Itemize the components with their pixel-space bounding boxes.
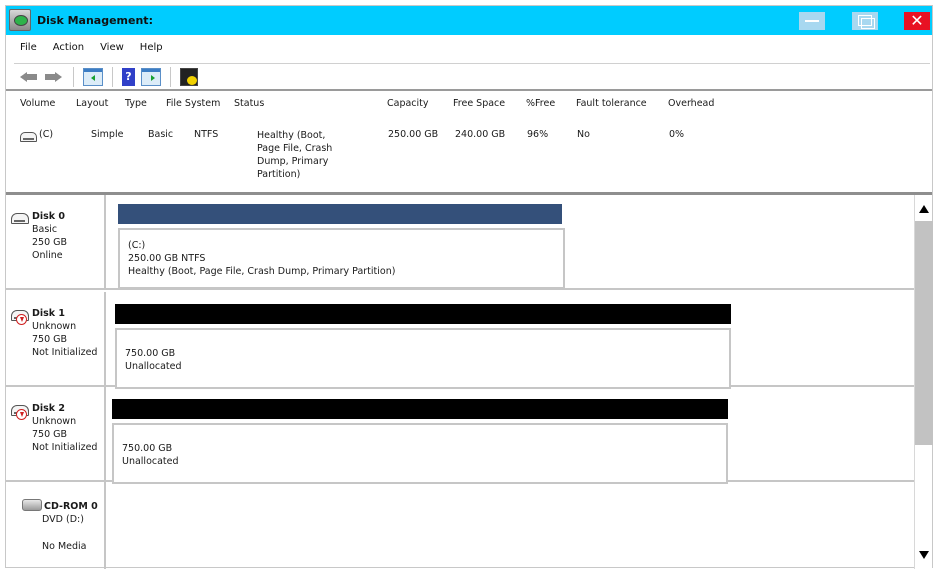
disk-state: Not Initialized [32, 347, 98, 358]
menu-help[interactable]: Help [132, 39, 171, 59]
cell-fault-tolerance: No [577, 129, 590, 140]
column-header-type[interactable]: Type [125, 98, 147, 109]
partition-c[interactable]: (C:) 250.00 GB NTFS Healthy (Boot, Page … [118, 228, 565, 289]
cell-capacity: 250.00 GB [388, 129, 439, 140]
disk-size: 250 GB [32, 237, 68, 248]
toolbar-separator [73, 66, 74, 87]
status-line: Partition) [257, 169, 301, 180]
restore-button[interactable] [852, 12, 878, 30]
toolbar-separator [170, 66, 171, 87]
disk-type: Unknown [32, 321, 77, 332]
disk-size: 750 GB [32, 429, 68, 440]
properties-icon[interactable] [180, 67, 198, 86]
cell-volume: (C) [39, 129, 54, 140]
disk-row-cdrom: CD-ROM 0 DVD (D:) No Media [6, 482, 914, 569]
disk-management-app-icon [9, 9, 31, 31]
disk-management-window: Disk Management: ✕ File Action View Help… [5, 5, 933, 569]
unallocated-size: 750.00 GB [122, 443, 173, 454]
column-header-capacity[interactable]: Capacity [387, 98, 429, 109]
status-line: Healthy (Boot, [257, 130, 326, 141]
unallocated-label: Unallocated [125, 361, 182, 372]
disk-row-0: Disk 0 Basic 250 GB Online (C:) 250.00 G… [6, 195, 914, 290]
disk-label-cdrom[interactable]: CD-ROM 0 DVD (D:) No Media [6, 482, 106, 569]
column-header-free-space[interactable]: Free Space [453, 98, 505, 109]
scroll-down-button[interactable] [915, 543, 933, 569]
disk-state: No Media [42, 541, 87, 552]
partition-status: Healthy (Boot, Page File, Crash Dump, Pr… [128, 266, 396, 277]
unallocated-space[interactable]: 750.00 GB Unallocated [115, 328, 731, 389]
disk-map: Disk 0 Basic 250 GB Online (C:) 250.00 G… [6, 195, 914, 569]
not-initialized-icon [16, 314, 27, 325]
disk-type: Basic [32, 224, 58, 235]
volume-list: Volume Layout Type File System Status Ca… [6, 91, 932, 192]
menu-bar: File Action View Help [6, 39, 932, 59]
disk-row-2: Disk 2 Unknown 750 GB Not Initialized 75… [6, 387, 914, 484]
minimize-button[interactable] [799, 12, 825, 30]
cell-file-system: NTFS [194, 129, 219, 140]
disk-row-1: Disk 1 Unknown 750 GB Not Initialized 75… [6, 292, 914, 389]
disk-state: Online [32, 250, 63, 261]
disk-label-0[interactable]: Disk 0 Basic 250 GB Online [6, 195, 106, 288]
not-initialized-icon [16, 409, 27, 420]
unallocated-space[interactable]: 750.00 GB Unallocated [112, 423, 728, 484]
menu-action[interactable]: Action [45, 39, 92, 59]
column-header-layout[interactable]: Layout [76, 98, 108, 109]
menu-view[interactable]: View [92, 39, 132, 59]
disk-size: 750 GB [32, 334, 68, 345]
close-button[interactable]: ✕ [904, 12, 930, 30]
menu-file[interactable]: File [6, 39, 45, 59]
title-bar: Disk Management: ✕ [6, 6, 932, 35]
column-header-percent-free[interactable]: %Free [526, 98, 555, 109]
cell-layout: Simple [91, 129, 124, 140]
column-header-overhead[interactable]: Overhead [668, 98, 714, 109]
cell-free-space: 240.00 GB [455, 129, 506, 140]
column-header-volume[interactable]: Volume [20, 98, 55, 109]
hard-disk-icon [11, 213, 29, 224]
disk-name: Disk 2 [32, 403, 66, 414]
show-hide-action-pane-icon[interactable] [141, 67, 161, 86]
cd-drive-icon [22, 499, 42, 511]
cell-percent-free: 96% [527, 129, 549, 140]
disk-type: DVD (D:) [42, 514, 84, 525]
partition-size-fs: 250.00 GB NTFS [128, 253, 206, 264]
partition-header-bar[interactable] [118, 204, 562, 224]
unallocated-header-bar[interactable] [112, 399, 728, 419]
disk-state: Not Initialized [32, 442, 98, 453]
column-header-file-system[interactable]: File System [166, 98, 220, 109]
toolbar-separator [112, 66, 113, 87]
scroll-up-button[interactable] [915, 195, 933, 221]
scroll-thumb[interactable] [915, 221, 933, 445]
back-arrow-icon[interactable] [18, 68, 38, 86]
disk-name: CD-ROM 0 [44, 501, 98, 512]
toolbar: ? [14, 63, 930, 89]
help-icon[interactable]: ? [122, 67, 135, 86]
partition-label: (C:) [128, 240, 146, 251]
cell-overhead: 0% [669, 129, 685, 140]
column-header-status[interactable]: Status [234, 98, 264, 109]
disk-type: Unknown [32, 416, 77, 427]
disk-label-1[interactable]: Disk 1 Unknown 750 GB Not Initialized [6, 292, 106, 385]
vertical-scrollbar[interactable] [914, 195, 933, 569]
drive-icon [20, 132, 37, 142]
status-line: Page File, Crash [257, 143, 333, 154]
unallocated-header-bar[interactable] [115, 304, 731, 324]
cell-status: Healthy (Boot, Page File, Crash Dump, Pr… [257, 129, 337, 181]
status-line: Dump, Primary [257, 156, 329, 167]
forward-arrow-icon[interactable] [44, 68, 64, 86]
column-header-fault-tolerance[interactable]: Fault tolerance [576, 98, 647, 109]
triangle-left-icon [91, 74, 95, 81]
triangle-right-icon [151, 74, 155, 81]
disk-name: Disk 0 [32, 211, 66, 222]
window-title: Disk Management: [37, 14, 153, 27]
disk-name: Disk 1 [32, 308, 66, 319]
disk-label-2[interactable]: Disk 2 Unknown 750 GB Not Initialized [6, 387, 106, 480]
unallocated-size: 750.00 GB [125, 348, 176, 359]
cell-type: Basic [148, 129, 174, 140]
show-hide-console-tree-icon[interactable] [83, 67, 103, 86]
unallocated-label: Unallocated [122, 456, 179, 467]
